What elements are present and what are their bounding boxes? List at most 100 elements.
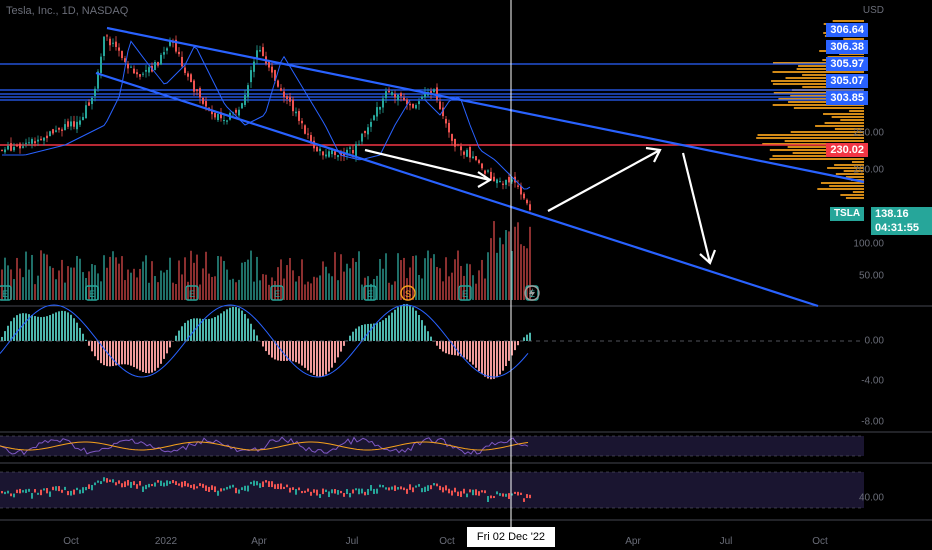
candle-body [76,121,78,130]
volume-bar [163,272,165,300]
trend-channel[interactable] [95,26,865,308]
macd-bar [394,309,396,341]
price-badge[interactable]: 306.64 [826,23,868,37]
candle-body [337,155,339,158]
volume-bar [82,272,84,300]
macd-bar [229,307,231,341]
candle-body [40,138,42,141]
macd-bar [325,341,327,375]
volume-bar [145,255,147,300]
lower-candle [463,488,465,494]
lower-candle [196,486,198,489]
lower-candle [343,492,345,497]
candle-body [466,149,468,157]
candle-body [121,51,123,59]
lower-candle [334,489,336,494]
lower-candle [88,484,90,489]
symbol-tag[interactable]: TSLA [830,207,864,221]
macd-bar [484,341,486,377]
price-tick: 50.00 [858,270,884,282]
candle-body [289,96,291,102]
candle-body [52,129,54,134]
candle-body [262,47,264,56]
candle-body [445,118,447,124]
candle-body [250,70,252,83]
macd-bar [112,341,114,367]
event-marker-label: E [89,289,95,299]
candle-body [196,89,198,92]
lower-candle [433,483,435,486]
macd-bar [355,328,357,341]
candle-body [199,88,201,98]
lower-candle [211,485,213,490]
volume-profile-bar [845,197,864,199]
lower-candle [373,488,375,494]
price-badge[interactable]: 306.38 [826,40,868,54]
candle-body [241,103,243,109]
lower-candle [526,494,528,499]
volume-profile-bar [756,137,864,139]
volume-bar [43,253,45,300]
volume-bar [481,259,483,300]
macd-bar [265,341,267,352]
volume-bar [388,282,390,300]
lower-candle [76,487,78,491]
time-label: 2022 [154,536,178,547]
candle-body [187,73,189,77]
volume-bar [247,259,249,300]
projection-arrows[interactable] [364,146,717,265]
lower-candle [394,485,396,491]
volume-profile-bar [849,110,864,112]
macd-bar [226,309,228,341]
macd-bar [412,307,414,341]
volume-bar [385,253,387,300]
price-badge-resistance[interactable]: 230.02 [826,143,868,157]
candle-body [268,61,270,68]
macd-bar [202,318,204,341]
volume-bar [124,280,126,300]
volume-bar [301,259,303,300]
candle-body [373,115,375,121]
macd-bar [505,341,507,367]
candle-body [226,120,228,122]
event-marker-label: E [367,289,373,299]
volume-bar [13,279,15,300]
macd-bar [208,318,210,341]
macd-bar [403,304,405,341]
lower-candle [136,484,138,489]
chart-canvas[interactable]: EEEEESEE [0,0,932,550]
macd-bar [331,341,333,368]
candle-body [67,121,69,127]
lower-candle [244,485,246,491]
macd-bar [199,318,201,341]
price-badge[interactable]: 305.97 [826,57,868,71]
price-badge[interactable]: 305.07 [826,74,868,88]
lower-candle [337,489,339,495]
macd-bar [235,307,237,341]
lower-candle [172,479,174,484]
volume-bar [442,281,444,300]
lower-candle [37,492,39,495]
macd-bar [313,341,315,375]
macd-bar [379,321,381,341]
price-badge[interactable]: 303.85 [826,91,868,105]
volume-bar [106,267,108,300]
lower-candle [217,490,219,496]
macd-bar [310,341,312,373]
volume-bar [502,244,504,300]
candle-body [316,146,318,152]
candle-body [145,70,147,72]
volume-bar [505,230,507,300]
lower-candle [379,484,381,488]
macd-bar [148,341,150,374]
lower-candle [178,483,180,486]
volume-bar [34,284,36,300]
candle-body [391,92,393,95]
macd-bar [298,341,300,364]
lower-candle [283,486,285,489]
volume-bar [493,221,495,300]
candle-body [469,147,471,158]
lower-candle [61,489,63,493]
last-price-badge[interactable]: 138.16 04:31:55 [871,207,932,235]
lower-candle [253,480,255,486]
